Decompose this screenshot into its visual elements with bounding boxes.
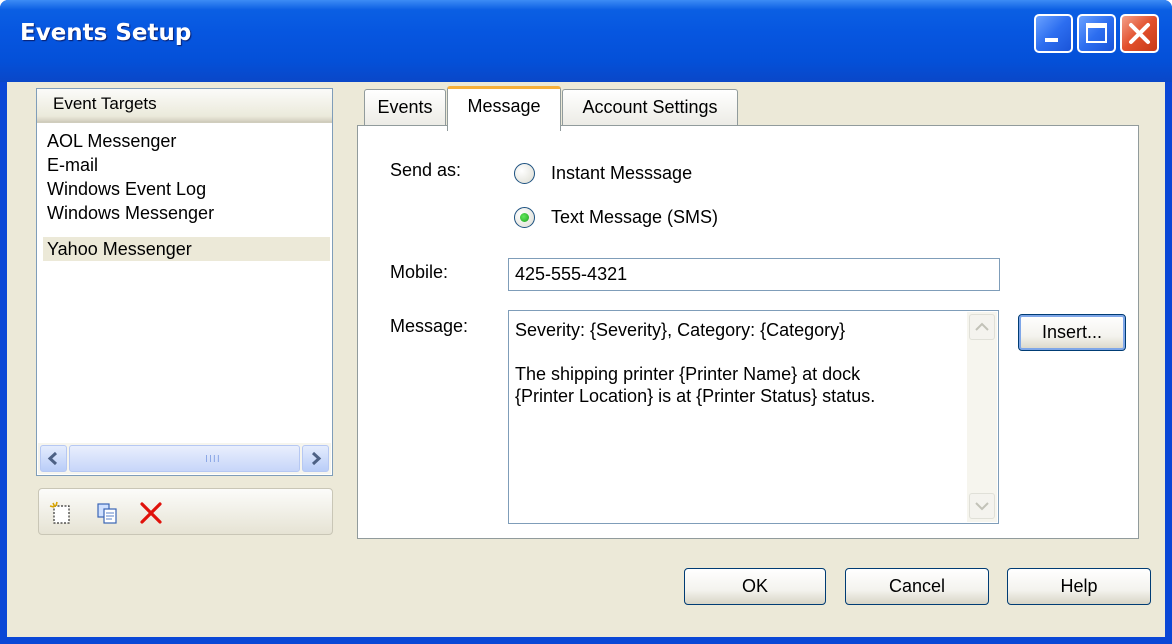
message-textarea[interactable]: Severity: {Severity}, Category: {Categor… xyxy=(508,310,999,524)
chevron-down-icon xyxy=(975,502,989,511)
chevron-left-icon xyxy=(47,451,58,466)
tab-events-label: Events xyxy=(377,97,433,117)
list-item-windows-messenger[interactable]: Windows Messenger xyxy=(43,201,330,225)
scroll-right-button[interactable] xyxy=(302,445,329,472)
help-button-label: Help xyxy=(1060,576,1098,596)
mobile-field-value: 425-555-4321 xyxy=(515,264,628,284)
scroll-left-button[interactable] xyxy=(40,445,67,472)
window-title: Events Setup xyxy=(20,20,192,46)
title-bar[interactable]: Events Setup xyxy=(0,0,1172,82)
targets-toolbar xyxy=(38,488,333,535)
mobile-field[interactable]: 425-555-4321 xyxy=(508,258,1000,291)
cancel-button[interactable]: Cancel xyxy=(845,568,989,605)
cancel-button-label: Cancel xyxy=(888,576,946,596)
chevron-right-icon xyxy=(311,451,322,466)
message-tab-panel: Send as: Instant Messsage Text Message (… xyxy=(357,125,1139,539)
tab-account-settings[interactable]: Account Settings xyxy=(562,89,738,126)
list-item-windows-event-log[interactable]: Windows Event Log xyxy=(43,177,330,201)
tab-message-label: Message xyxy=(467,96,541,116)
message-vertical-scrollbar[interactable] xyxy=(967,312,997,522)
instant-message-radio[interactable] xyxy=(514,163,535,184)
insert-button[interactable]: Insert... xyxy=(1018,314,1126,351)
send-as-label: Send as: xyxy=(390,160,462,180)
text-message-radio[interactable] xyxy=(514,207,535,228)
maximize-icon xyxy=(1086,23,1107,43)
minimize-icon xyxy=(1045,38,1058,42)
instant-message-label[interactable]: Instant Messsage xyxy=(551,163,692,184)
text-message-label[interactable]: Text Message (SMS) xyxy=(551,207,718,228)
minimize-button[interactable] xyxy=(1034,14,1073,53)
event-targets-header-label: Event Targets xyxy=(53,94,157,113)
list-item-aol-messenger[interactable]: AOL Messenger xyxy=(43,129,330,153)
scroll-thumb[interactable]: IIII xyxy=(69,445,300,472)
list-item-yahoo-messenger[interactable]: Yahoo Messenger xyxy=(43,237,330,261)
help-button[interactable]: Help xyxy=(1007,568,1151,605)
tab-events[interactable]: Events xyxy=(364,89,446,126)
close-icon xyxy=(1129,23,1150,44)
scroll-up-button[interactable] xyxy=(969,314,995,340)
delete-icon[interactable] xyxy=(139,501,163,525)
message-label: Message: xyxy=(390,316,469,336)
ok-button[interactable]: OK xyxy=(684,568,826,605)
event-targets-header[interactable]: Event Targets xyxy=(37,89,332,123)
chevron-up-icon xyxy=(975,322,989,331)
maximize-button[interactable] xyxy=(1077,14,1116,53)
scroll-down-button[interactable] xyxy=(969,493,995,519)
list-item-email[interactable]: E-mail xyxy=(43,153,330,177)
insert-button-label: Insert... xyxy=(1041,322,1103,342)
message-textarea-value: Severity: {Severity}, Category: {Categor… xyxy=(515,320,876,406)
ok-button-label: OK xyxy=(741,576,768,596)
event-targets-list[interactable]: Event Targets AOL Messenger E-mail Windo… xyxy=(36,88,333,476)
scroll-grip: IIII xyxy=(205,454,221,465)
events-setup-window: Events Setup Event Targets AOL Messenger… xyxy=(0,0,1172,644)
copy-icon[interactable] xyxy=(95,501,119,525)
close-button[interactable] xyxy=(1120,14,1159,53)
tab-account-settings-label: Account Settings xyxy=(582,97,718,117)
mobile-label: Mobile: xyxy=(390,262,449,282)
radio-checked-dot xyxy=(520,213,529,222)
tab-message[interactable]: Message xyxy=(447,86,561,131)
new-icon[interactable] xyxy=(49,501,73,525)
horizontal-scrollbar[interactable]: IIII xyxy=(38,443,331,474)
